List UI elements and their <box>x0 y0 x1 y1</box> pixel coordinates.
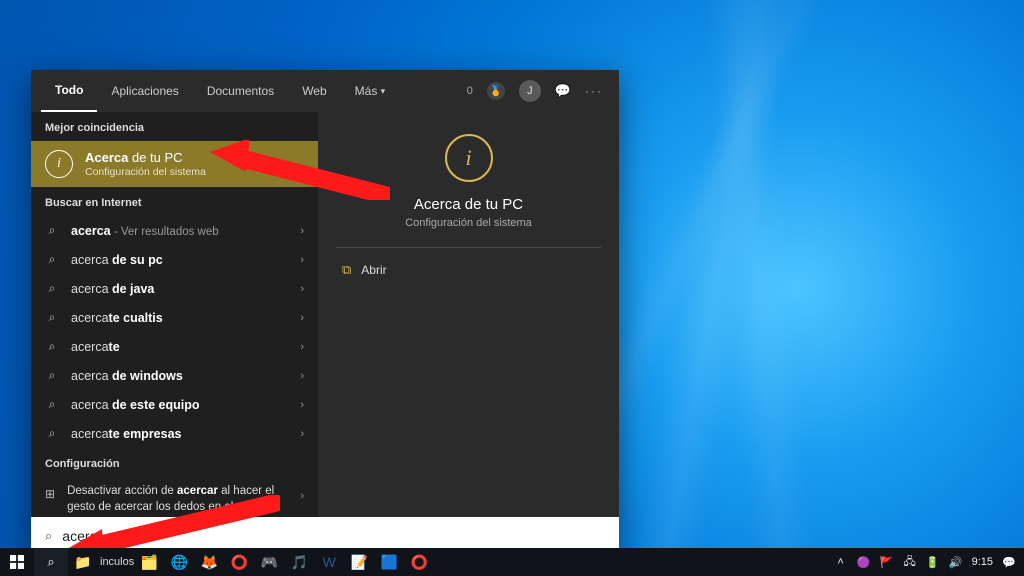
feedback-icon[interactable]: 💬 <box>555 83 571 99</box>
taskbar-app[interactable]: 🗂️ <box>134 548 164 576</box>
results-list: Mejor coincidencia i Acerca de tu PC Con… <box>31 112 318 517</box>
chevron-right-icon: › <box>300 370 304 382</box>
discord-icon: 🎮 <box>261 554 278 571</box>
tray-battery-icon[interactable]: 🔋 <box>926 556 940 569</box>
search-icon: ⌕ <box>45 397 59 412</box>
info-icon: i <box>45 150 73 178</box>
rewards-count: 0 <box>467 85 473 97</box>
taskbar-app[interactable]: 🟦 <box>374 548 404 576</box>
taskbar-app[interactable]: 📝 <box>344 548 374 576</box>
tray-flag-icon[interactable]: 🚩 <box>880 556 894 569</box>
tray-discord-icon[interactable]: 🟣 <box>857 556 871 569</box>
chevron-right-icon: › <box>300 489 304 504</box>
search-icon: ⌕ <box>45 339 59 354</box>
chevron-right-icon: › <box>300 254 304 266</box>
tray-clock[interactable]: 9:15 <box>972 556 993 568</box>
search-tabs: Todo Aplicaciones Documentos Web Más ▾ 0… <box>31 70 619 112</box>
web-result[interactable]: ⌕ acerca de este equipo › <box>31 390 318 419</box>
tray-chevron-up-icon[interactable]: ˄ <box>834 556 848 568</box>
web-result[interactable]: ⌕ acercate › <box>31 332 318 361</box>
web-result[interactable]: ⌕ acerca de java › <box>31 274 318 303</box>
chrome-icon: ⭕ <box>411 554 428 571</box>
tab-aplicaciones[interactable]: Aplicaciones <box>97 70 192 112</box>
web-result[interactable]: ⌕ acerca de windows › <box>31 361 318 390</box>
search-icon: ⌕ <box>45 252 59 267</box>
taskbar-app[interactable]: 🎮 <box>254 548 284 576</box>
info-icon: i <box>445 134 493 182</box>
start-button[interactable] <box>0 548 34 576</box>
taskbar-app[interactable]: ⭕ <box>224 548 254 576</box>
word-icon: W <box>323 554 336 570</box>
chevron-right-icon: › <box>300 283 304 295</box>
taskbar-app[interactable]: ⭕ <box>404 548 434 576</box>
app-icon: 🟦 <box>381 554 398 571</box>
separator <box>336 247 601 248</box>
rewards-icon[interactable]: 🏅 <box>487 82 505 100</box>
tray-volume-icon[interactable]: 🔊 <box>949 556 963 569</box>
chrome-icon: ⭕ <box>231 554 248 571</box>
tab-web[interactable]: Web <box>288 70 340 112</box>
search-icon: ⌕ <box>47 554 54 570</box>
folder-icon: 📁 <box>74 554 91 571</box>
search-icon: ⌕ <box>45 310 59 325</box>
settings-result[interactable]: ⊞ Desactivar acción de acercar al hacer … <box>31 477 318 517</box>
taskbar-app[interactable]: 🌐 <box>164 548 194 576</box>
user-avatar[interactable]: J <box>519 80 541 102</box>
start-search-panel: Todo Aplicaciones Documentos Web Más ▾ 0… <box>31 70 619 555</box>
tab-documentos[interactable]: Documentos <box>193 70 288 112</box>
search-icon: ⌕ <box>45 368 59 383</box>
touchpad-icon: ⊞ <box>45 486 55 502</box>
taskbar-folder-label: inculos <box>100 556 134 568</box>
search-icon: ⌕ <box>45 281 59 296</box>
search-icon: ⌕ <box>45 426 59 441</box>
taskbar-app[interactable]: 🎵 <box>284 548 314 576</box>
chevron-right-icon: › <box>300 428 304 440</box>
section-best-match: Mejor coincidencia <box>31 112 318 141</box>
notepad-icon: 📝 <box>351 554 368 571</box>
taskbar: ⌕ 📁 inculos 🗂️ 🌐 🦊 ⭕ 🎮 🎵 W 📝 🟦 ⭕ ˄ 🟣 🚩 🖧… <box>0 548 1024 576</box>
section-internet: Buscar en Internet <box>31 187 318 216</box>
chevron-right-icon: › <box>300 312 304 324</box>
chevron-right-icon: › <box>300 341 304 353</box>
search-icon: ⌕ <box>45 223 59 238</box>
chevron-right-icon: › <box>300 399 304 411</box>
system-tray: ˄ 🟣 🚩 🖧 🔋 🔊 9:15 💬 <box>826 553 1024 572</box>
open-icon: ⧉ <box>342 262 351 278</box>
taskbar-folder[interactable]: 📁 <box>68 548 98 576</box>
web-result[interactable]: ⌕ acercate empresas › <box>31 419 318 448</box>
search-icon: ⌕ <box>45 528 52 544</box>
detail-subtitle: Configuración del sistema <box>405 217 532 229</box>
explorer-icon: 🗂️ <box>141 554 158 571</box>
web-result[interactable]: ⌕ acerca - Ver resultados web › <box>31 216 318 245</box>
result-detail-pane: i Acerca de tu PC Configuración del sist… <box>318 112 619 517</box>
tray-network-icon[interactable]: 🖧 <box>903 553 917 572</box>
search-input[interactable] <box>62 528 605 544</box>
firefox-icon: 🦊 <box>201 554 218 571</box>
detail-title: Acerca de tu PC <box>414 196 523 213</box>
tab-todo[interactable]: Todo <box>41 70 97 112</box>
tab-mas[interactable]: Más ▾ <box>341 70 400 112</box>
web-result[interactable]: ⌕ acerca de su pc › <box>31 245 318 274</box>
web-result[interactable]: ⌕ acercate cualtis › <box>31 303 318 332</box>
chevron-right-icon: › <box>300 225 304 237</box>
taskbar-app[interactable]: 🦊 <box>194 548 224 576</box>
result-best-match[interactable]: i Acerca de tu PC Configuración del sist… <box>31 141 318 187</box>
tray-notifications-icon[interactable]: 💬 <box>1002 556 1016 569</box>
taskbar-app[interactable]: W <box>314 548 344 576</box>
more-options-icon[interactable]: ··· <box>585 84 603 98</box>
taskbar-search-button[interactable]: ⌕ <box>34 548 68 576</box>
windows-icon <box>10 555 24 569</box>
music-icon: 🎵 <box>291 554 308 571</box>
action-open[interactable]: ⧉ Abrir <box>336 254 601 286</box>
edge-icon: 🌐 <box>171 554 188 571</box>
section-configuracion: Configuración <box>31 448 318 477</box>
